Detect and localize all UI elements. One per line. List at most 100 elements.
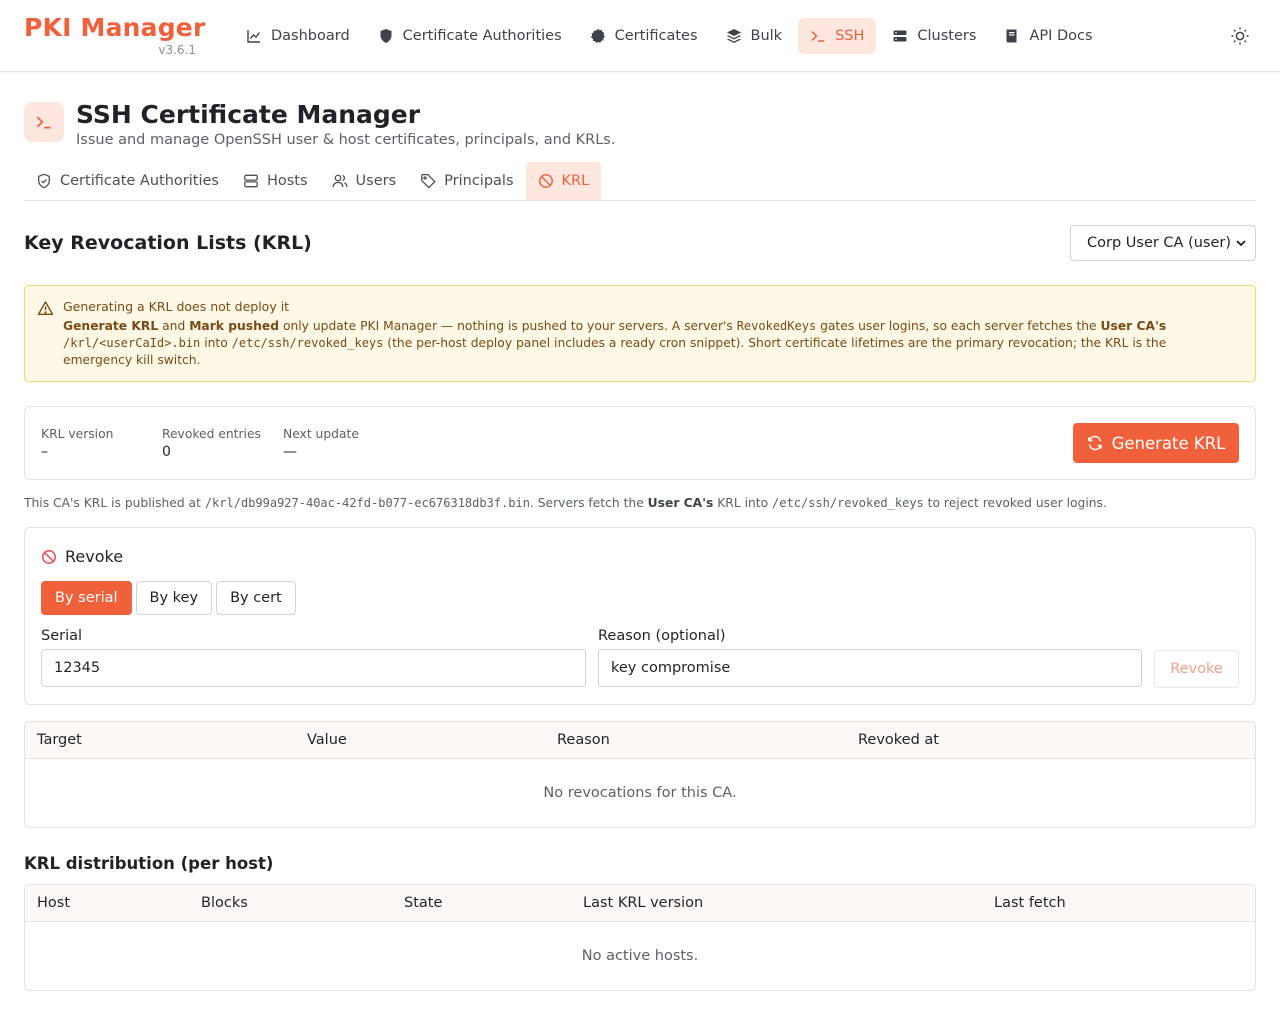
revoke-header: Revoke bbox=[41, 547, 1239, 566]
main-content: SSH Certificate Manager Issue and manage… bbox=[0, 100, 1280, 991]
mode-by-key-button[interactable]: By key bbox=[135, 581, 213, 615]
nav-item-certificate-authorities[interactable]: Certificate Authorities bbox=[366, 18, 574, 54]
tab-principals[interactable]: Principals bbox=[408, 162, 525, 200]
warning-text: gates user logins, so each server fetche… bbox=[816, 319, 1101, 333]
mode-by-cert-button[interactable]: By cert bbox=[216, 581, 296, 615]
serial-label: Serial bbox=[41, 628, 83, 644]
nav-label: Clusters bbox=[917, 27, 977, 44]
column-header[interactable]: Blocks bbox=[189, 895, 392, 911]
reason-label: Reason (optional) bbox=[598, 628, 726, 644]
chevron-down-icon bbox=[1236, 240, 1246, 247]
brand[interactable]: PKI Manager v3.6.1 bbox=[24, 13, 214, 58]
ca-select-value: Corp User CA (user) bbox=[1087, 235, 1232, 251]
distribution-title: KRL distribution (per host) bbox=[24, 854, 274, 873]
ban-icon bbox=[42, 549, 56, 564]
page-subtitle: Issue and manage OpenSSH user & host cer… bbox=[76, 132, 616, 148]
nav-label: SSH bbox=[835, 27, 865, 44]
column-header[interactable]: Last KRL version bbox=[571, 895, 982, 911]
nav-label: Dashboard bbox=[271, 27, 350, 44]
nav-item-certificates[interactable]: Certificates bbox=[578, 18, 710, 54]
sun-icon[interactable] bbox=[1230, 26, 1250, 46]
nav-item-bulk[interactable]: Bulk bbox=[714, 18, 795, 54]
reason-field-group: Reason (optional) key compromise bbox=[598, 628, 1142, 688]
note-text: KRL into bbox=[713, 496, 773, 510]
stat-label: Revoked entries bbox=[162, 426, 261, 441]
book-icon bbox=[1006, 29, 1017, 42]
column-header[interactable]: Value bbox=[295, 732, 545, 748]
stat-value: — bbox=[283, 443, 297, 460]
nav-label: Certificates bbox=[614, 27, 698, 44]
column-header[interactable]: Host bbox=[25, 895, 189, 911]
nav-item-clusters[interactable]: Clusters bbox=[880, 18, 988, 54]
main-nav: Dashboard Certificate Authorities Certif… bbox=[234, 17, 1105, 54]
column-header[interactable]: State bbox=[392, 895, 571, 911]
table-header: Host Blocks State Last KRL version Last … bbox=[25, 885, 1255, 922]
tab-certificate-authorities[interactable]: Certificate Authorities bbox=[24, 162, 231, 200]
revoke-submit-button[interactable]: Revoke bbox=[1154, 650, 1239, 688]
note-code: /etc/ssh/revoked_keys bbox=[772, 496, 924, 510]
mode-by-serial-button[interactable]: By serial bbox=[41, 581, 132, 615]
revocations-table: Target Value Reason Revoked at No revoca… bbox=[24, 721, 1256, 828]
stat-krl-version: KRL version – bbox=[41, 427, 162, 460]
terminal-icon bbox=[24, 102, 64, 142]
top-bar: PKI Manager v3.6.1 Dashboard Certificate… bbox=[0, 0, 1280, 72]
stat-value: 0 bbox=[162, 443, 171, 460]
warning-bold: Mark pushed bbox=[189, 319, 280, 333]
nav-label: API Docs bbox=[1029, 27, 1093, 44]
distribution-table: Host Blocks State Last KRL version Last … bbox=[24, 884, 1256, 991]
warning-bold: User CA's bbox=[1100, 319, 1167, 333]
column-header[interactable]: Reason bbox=[545, 732, 846, 748]
revoke-title: Revoke bbox=[65, 547, 124, 566]
generate-krl-label: Generate KRL bbox=[1111, 433, 1226, 453]
note-code: /krl/db99a927-40ac-42fd-b077-ec676318db3… bbox=[204, 496, 530, 510]
page-header: SSH Certificate Manager Issue and manage… bbox=[24, 100, 1256, 148]
app-version: v3.6.1 bbox=[158, 42, 196, 57]
nav-label: Bulk bbox=[750, 27, 783, 44]
shield-check-icon bbox=[38, 173, 50, 189]
nav-item-dashboard[interactable]: Dashboard bbox=[234, 18, 362, 54]
serial-field-group: Serial 12345 bbox=[41, 628, 586, 688]
column-header[interactable]: Last fetch bbox=[982, 895, 1066, 911]
stat-revoked-entries: Revoked entries 0 bbox=[162, 427, 283, 460]
note-text: to reject revoked user logins. bbox=[923, 496, 1107, 510]
krl-publish-note: This CA's KRL is published at /krl/db99a… bbox=[24, 496, 1256, 510]
stat-value: – bbox=[41, 443, 48, 460]
app-name[interactable]: PKI Manager bbox=[24, 13, 214, 42]
reason-input[interactable]: key compromise bbox=[598, 649, 1142, 687]
krl-title: Key Revocation Lists (KRL) bbox=[24, 232, 312, 254]
note-text: . Servers fetch the bbox=[529, 496, 648, 510]
tab-hosts[interactable]: Hosts bbox=[231, 162, 320, 200]
refresh-icon bbox=[1087, 435, 1102, 451]
column-header[interactable]: Target bbox=[25, 732, 295, 748]
chart-line-icon bbox=[247, 29, 261, 43]
ban-icon bbox=[538, 174, 553, 188]
warning-bold: Generate KRL bbox=[63, 319, 159, 333]
nav-item-ssh[interactable]: SSH bbox=[798, 17, 877, 54]
stat-label: Next update bbox=[283, 426, 359, 441]
tab-users[interactable]: Users bbox=[320, 162, 409, 200]
shield-icon bbox=[380, 28, 392, 43]
krl-stats-card: KRL version – Revoked entries 0 Next upd… bbox=[24, 406, 1256, 480]
serial-input[interactable]: 12345 bbox=[41, 649, 586, 687]
badge-icon bbox=[590, 28, 605, 43]
generate-krl-button[interactable]: Generate KRL bbox=[1073, 423, 1239, 463]
revoke-mode-selector: By serial By key By cert bbox=[41, 581, 1239, 615]
tab-label: Users bbox=[355, 173, 397, 189]
tab-label: Certificate Authorities bbox=[60, 173, 219, 189]
ca-select[interactable]: Corp User CA (user) bbox=[1070, 225, 1256, 261]
server-icon bbox=[893, 30, 907, 41]
layers-icon bbox=[726, 28, 741, 43]
column-header[interactable]: Revoked at bbox=[846, 732, 939, 748]
warning-body: Generate KRL and Mark pushed only update… bbox=[63, 318, 1239, 369]
nav-label: Certificate Authorities bbox=[402, 27, 562, 44]
note-text: This CA's KRL is published at bbox=[24, 496, 205, 510]
tab-krl[interactable]: KRL bbox=[525, 162, 602, 200]
note-bold: User CA's bbox=[647, 496, 714, 510]
ssh-subtabs: Certificate Authorities Hosts Users Prin… bbox=[24, 162, 1256, 201]
warning-code: /krl/<userCaId>.bin bbox=[63, 336, 201, 350]
revoke-form-row: Serial 12345 Reason (optional) key compr… bbox=[41, 628, 1239, 688]
krl-header: Key Revocation Lists (KRL) Corp User CA … bbox=[24, 225, 1256, 261]
empty-state: No active hosts. bbox=[581, 948, 699, 964]
warning-text: and bbox=[158, 319, 190, 333]
nav-item-api-docs[interactable]: API Docs bbox=[992, 18, 1104, 54]
